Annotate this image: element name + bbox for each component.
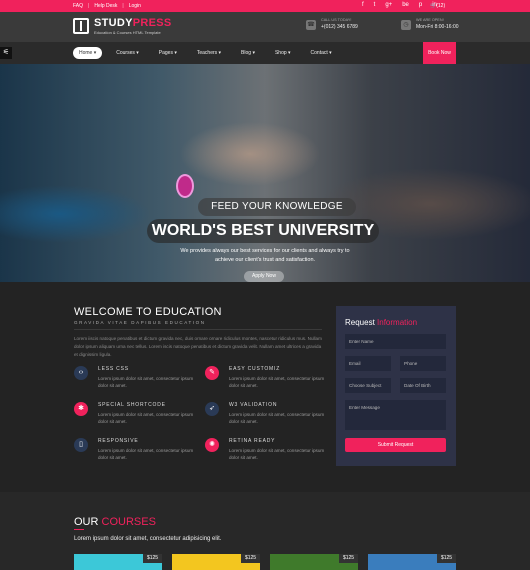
feature-title: EASY CUSTOMIZ [229, 366, 281, 372]
submit-request-button[interactable]: Submit Request [345, 438, 446, 452]
shortcode-icon: ✱ [74, 402, 88, 416]
dob-input[interactable]: Date Of Birth [400, 378, 446, 393]
course-price: $125 [339, 554, 358, 563]
header: STUDYPRESS Education & Courses HTML Temp… [0, 12, 530, 42]
hero-kicker: FEED YOUR KNOWLEDGE [198, 198, 356, 216]
nav-item-teachers[interactable]: Teachers ▾ [191, 47, 227, 59]
nav-item-home[interactable]: Home ▾ [73, 47, 103, 59]
subject-select[interactable]: Choose Subject [345, 378, 391, 393]
google-plus-icon[interactable]: g+ [385, 2, 392, 8]
login-link[interactable]: Login [129, 3, 141, 9]
feature-title: W3 VALIDATION [229, 402, 278, 408]
faq-link[interactable]: FAQ [73, 3, 83, 9]
course-card[interactable]: $125 [172, 554, 260, 570]
behance-icon[interactable]: be [402, 2, 409, 8]
request-information-form: Request Information Enter Name Email Pho… [336, 306, 456, 466]
open-value: Mon-Fri 8:00-16:00 [416, 24, 459, 30]
apply-now-button[interactable]: Apply Now [244, 271, 284, 282]
logo-book-icon[interactable] [73, 18, 89, 34]
logo-tagline: Education & Courses HTML Template [94, 30, 161, 35]
mobile-icon: ▯ [74, 438, 88, 452]
divider [74, 529, 84, 530]
bulb-icon: ✺ [205, 438, 219, 452]
welcome-title: WELCOME TO EDUCATION [74, 306, 222, 318]
feature-title: RESPONSIVE [98, 438, 139, 444]
social-links: f t g+ be p in [362, 2, 437, 8]
course-card[interactable]: $125 [270, 554, 358, 570]
top-bar: FAQ | Help Desk | Login f t g+ be p in 🛒… [0, 0, 530, 12]
course-price: $125 [241, 554, 260, 563]
course-price: $125 [437, 554, 456, 563]
nav-item-courses[interactable]: Courses ▾ [110, 47, 145, 59]
pinterest-icon[interactable]: p [419, 2, 422, 8]
phone-input[interactable]: Phone [400, 356, 446, 371]
course-card[interactable]: $125 [74, 554, 162, 570]
feature-title: LESS CSS [98, 366, 129, 372]
nav-item-contact[interactable]: Contact ▾ [305, 47, 338, 59]
divider [74, 329, 322, 330]
twitter-icon[interactable]: t [374, 2, 376, 8]
top-links: FAQ | Help Desk | Login [73, 3, 141, 9]
feature-desc: Lorem ipsum dolor sit amet, consectetur … [229, 376, 325, 389]
form-title-b: Information [377, 318, 418, 327]
logo-brand-a: STUDY [94, 17, 133, 29]
main-nav: ⚟ Home ▾ Courses ▾ Pages ▾ Teachers ▾ Bl… [0, 42, 530, 64]
facebook-icon[interactable]: f [362, 2, 364, 8]
email-input[interactable]: Email [345, 356, 391, 371]
settings-toggle-icon[interactable]: ⚟ [0, 47, 12, 59]
cart-count: (12) [436, 3, 446, 9]
feature-desc: Lorem ipsum dolor sit amet, consectetur … [98, 412, 194, 425]
open-label: WE ARE OPEN! [416, 18, 444, 22]
clock-icon: ◷ [401, 20, 411, 30]
course-card[interactable]: $125 [368, 554, 456, 570]
phone-icon: ☎ [306, 20, 316, 30]
help-desk-link[interactable]: Help Desk [94, 3, 117, 9]
welcome-section: WELCOME TO EDUCATION GRAVIDA VITAE DAPIB… [0, 282, 530, 492]
hero-title: WORLD'S BEST UNIVERSITY [147, 219, 379, 243]
call-label: CALL US TODAY! [321, 18, 352, 22]
hero-slider: FEED YOUR KNOWLEDGE WORLD'S BEST UNIVERS… [0, 64, 530, 282]
logo-brand-b: PRESS [132, 17, 172, 29]
logo[interactable]: STUDYPRESS [94, 17, 172, 29]
rocket-icon: ➶ [205, 402, 219, 416]
call-value: +(012) 345 6789 [321, 24, 358, 30]
feature-desc: Lorem ipsum dolor sit amet, consectetur … [98, 376, 194, 389]
feature-desc: Lorem ipsum dolor sit amet, consectetur … [229, 448, 325, 461]
name-input[interactable]: Enter Name [345, 334, 446, 349]
feature-title: SPECIAL SHORTCODE [98, 402, 166, 408]
brush-icon: ✎ [205, 366, 219, 380]
feature-title: RETINA READY [229, 438, 276, 444]
message-textarea[interactable]: Enter Message [345, 400, 446, 430]
courses-section: OUR COURSES Lorem ipsum dolor sit amet, … [0, 492, 530, 570]
hero-description: We provides always our best services for… [180, 248, 350, 263]
feature-desc: Lorem ipsum dolor sit amet, consectetur … [229, 412, 325, 425]
nav-menu: Home ▾ Courses ▾ Pages ▾ Teachers ▾ Blog… [73, 47, 338, 59]
feature-desc: Lorem ipsum dolor sit amet, consectetur … [98, 448, 194, 461]
courses-title-a: OUR [74, 516, 99, 528]
hero-earring-image [176, 174, 194, 198]
nav-item-blog[interactable]: Blog ▾ [235, 47, 261, 59]
form-title-a: Request [345, 318, 375, 327]
nav-item-pages[interactable]: Pages ▾ [153, 47, 183, 59]
book-now-button[interactable]: Book Now [423, 42, 456, 64]
open-info: ◷ WE ARE OPEN! Mon-Fri 8:00-16:00 [401, 18, 459, 30]
courses-title-b: COURSES [101, 516, 156, 528]
form-title: Request Information [345, 318, 417, 327]
separator: | [122, 3, 124, 9]
courses-subtitle: Lorem ipsum dolor sit amet, consectetur … [74, 536, 222, 542]
welcome-text: Lorem iiscis natoque penatibus et dictum… [74, 336, 322, 357]
course-price: $125 [143, 554, 162, 563]
cart-button[interactable]: 🛒(12) [430, 3, 445, 9]
nav-item-shop[interactable]: Shop ▾ [269, 47, 297, 59]
separator: | [88, 3, 90, 9]
welcome-subtitle: GRAVIDA VITAE DAPIBUS EDUCATION [74, 320, 206, 325]
call-info: ☎ CALL US TODAY! +(012) 345 6789 [306, 18, 358, 30]
courses-title: OUR COURSES [74, 516, 156, 528]
code-icon: ‹› [74, 366, 88, 380]
